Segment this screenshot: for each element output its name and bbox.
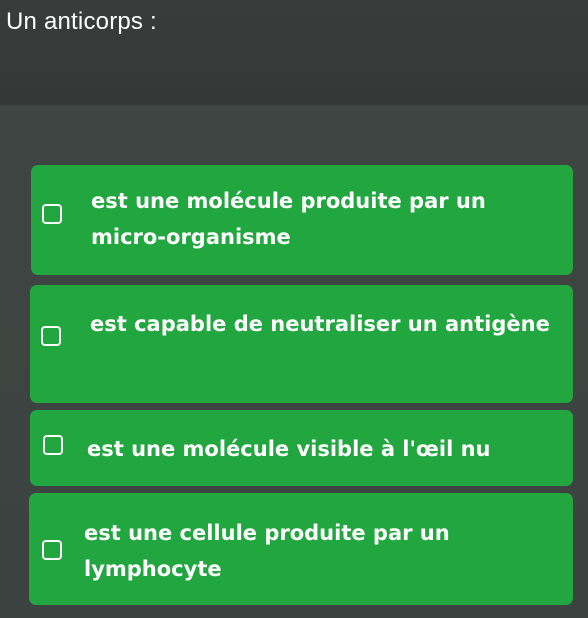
answer-option-label: est une cellule produite par un lymphocy… [84, 521, 450, 581]
answer-option-label: est une molécule visible à l'œil nu [87, 437, 491, 461]
checkbox-icon[interactable] [43, 435, 63, 455]
answer-option-label: est une molécule produite par un micro-o… [91, 189, 486, 249]
checkbox-icon[interactable] [42, 204, 62, 224]
question-header: Un anticorps : [0, 0, 588, 105]
question-text: Un anticorps : [6, 8, 157, 35]
checkbox-icon[interactable] [42, 540, 62, 560]
answer-option-3[interactable]: est une molécule visible à l'œil nu [30, 410, 573, 486]
answer-option-4[interactable]: est une cellule produite par un lymphocy… [29, 493, 573, 605]
checkbox-icon[interactable] [41, 326, 61, 346]
answer-option-2[interactable]: est capable de neutraliser un antigène [30, 285, 573, 403]
answer-option-label: est capable de neutraliser un antigène [90, 312, 550, 336]
answer-option-1[interactable]: est une molécule produite par un micro-o… [31, 165, 573, 275]
